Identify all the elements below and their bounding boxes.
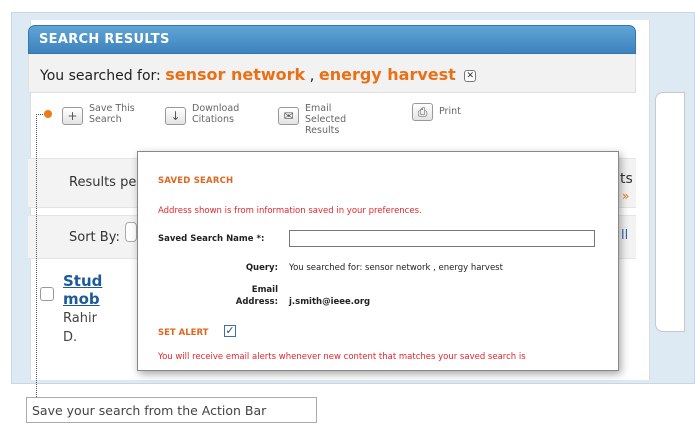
saved-search-name-input[interactable] xyxy=(289,230,595,247)
sort-select[interactable] xyxy=(125,222,137,242)
email-results-button[interactable]: ✉ Email Selected Results xyxy=(278,103,375,136)
email-results-label: Email Selected Results xyxy=(305,103,347,136)
result-author-line: Rahir xyxy=(63,311,97,326)
sort-label: Sort By: xyxy=(69,230,120,245)
download-citations-button[interactable]: ↓ Download Citations xyxy=(165,103,250,125)
printer-icon: ⎙ xyxy=(412,103,433,121)
result-title-link[interactable]: Stud mob xyxy=(63,272,102,308)
action-bar: + Save This Search ↓ Download Citations … xyxy=(40,103,600,139)
print-button[interactable]: ⎙ Print xyxy=(412,103,479,121)
query-value: You searched for: sensor network , energ… xyxy=(289,263,503,273)
results-per-page-label: Results pe xyxy=(69,175,137,190)
search-results-header: SEARCH RESULTS xyxy=(28,25,636,54)
query-label: Query: xyxy=(245,263,278,273)
alert-note: You will receive email alerts whenever n… xyxy=(158,352,526,362)
result-authors: Rahir D. xyxy=(63,309,97,347)
email-label-line: Email xyxy=(251,285,278,295)
save-search-label: Save This Search xyxy=(89,103,135,125)
result-select-checkbox[interactable] xyxy=(40,287,54,301)
dialog-note: Address shown is from information saved … xyxy=(158,206,422,216)
side-scroll-panel xyxy=(655,92,685,332)
result-title-line: mob xyxy=(63,290,100,308)
sort-edge-link[interactable]: ll xyxy=(621,228,628,243)
search-term-separator: , xyxy=(309,66,315,84)
email-value: j.smith@ieee.org xyxy=(289,297,371,307)
callout-caption: Save your search from the Action Bar xyxy=(32,403,267,418)
search-summary: You searched for: sensor network , energ… xyxy=(40,65,477,84)
save-search-button[interactable]: + Save This Search xyxy=(62,103,141,125)
callout-connector xyxy=(36,114,37,397)
results-edge-text: ts xyxy=(620,171,633,187)
download-citations-label: Download Citations xyxy=(192,103,240,125)
dialog-title: SAVED SEARCH xyxy=(158,176,234,186)
email-label-line: Address: xyxy=(235,297,278,307)
set-alert-label: SET ALERT xyxy=(158,328,209,338)
chevron-right-icon[interactable]: » xyxy=(622,189,629,203)
search-summary-prefix: You searched for: xyxy=(40,68,161,84)
search-term[interactable]: energy harvest xyxy=(319,65,456,84)
search-term[interactable]: sensor network xyxy=(165,65,305,84)
result-title-line: Stud xyxy=(63,272,103,290)
search-results-title: SEARCH RESULTS xyxy=(39,32,170,47)
result-author-line: D. xyxy=(63,330,78,345)
search-summary-bar: You searched for: sensor network , energ… xyxy=(28,54,636,93)
envelope-icon: ✉ xyxy=(278,107,299,125)
print-label: Print xyxy=(439,106,461,117)
close-icon[interactable]: ✕ xyxy=(464,70,477,82)
callout-caption-box: Save your search from the Action Bar xyxy=(26,397,317,423)
set-alert-checkbox[interactable]: ✓ xyxy=(224,325,236,337)
saved-search-dialog: SAVED SEARCH Address shown is from infor… xyxy=(137,151,619,371)
saved-search-name-label: Saved Search Name *: xyxy=(158,234,265,244)
download-arrow-icon: ↓ xyxy=(165,107,186,125)
callout-marker xyxy=(44,110,52,118)
plus-icon: + xyxy=(62,107,83,125)
